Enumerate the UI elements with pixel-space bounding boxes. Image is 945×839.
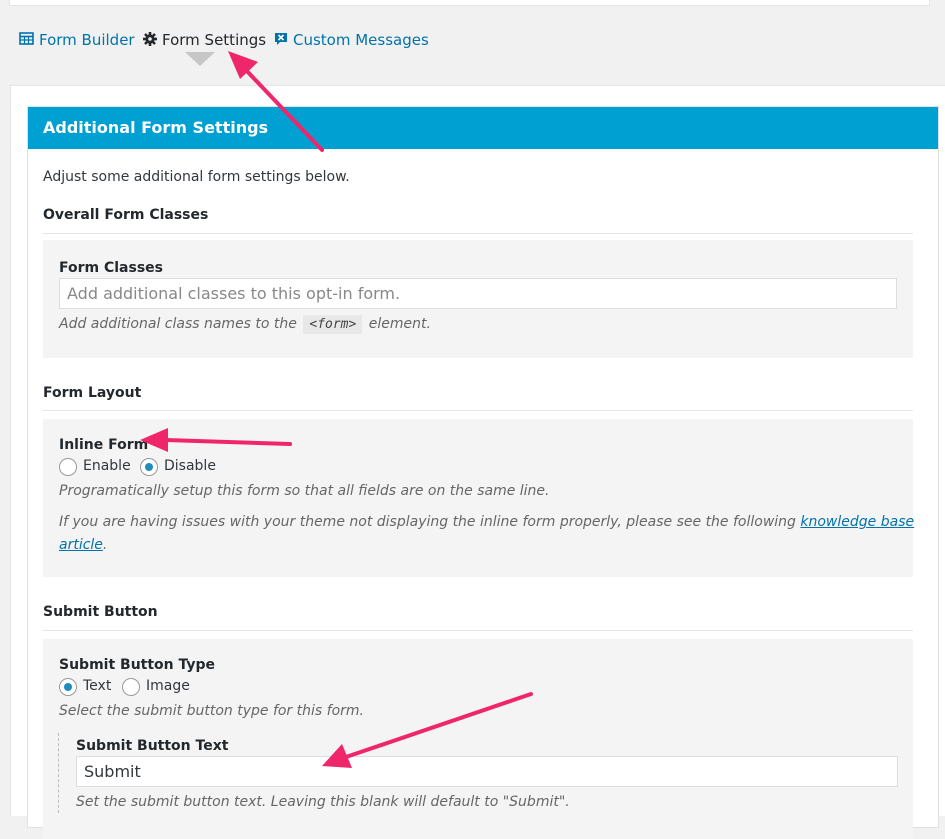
overall-classes-heading: Overall Form Classes <box>43 207 209 223</box>
inline-disable-radio[interactable] <box>140 458 158 476</box>
nested-option-guide <box>58 733 59 813</box>
section-intro: Adjust some additional form settings bel… <box>43 169 350 185</box>
form-tag-code: <form> <box>303 315 363 334</box>
message-x-icon <box>275 33 287 45</box>
section-title: Additional Form Settings <box>28 107 938 149</box>
help-text: element. <box>368 316 431 332</box>
submit-button-heading: Submit Button <box>43 604 158 620</box>
help-text: Add additional class names to the <box>59 316 297 332</box>
gear-icon <box>143 32 157 46</box>
divider <box>43 410 913 411</box>
active-tab-pointer <box>185 52 215 66</box>
submit-text-label: Submit Button Text <box>76 738 229 754</box>
help-text: If you are having issues with your theme… <box>59 514 796 530</box>
submit-text-help: Set the submit button text. Leaving this… <box>76 794 570 810</box>
tab-custom-messages[interactable]: Custom Messages <box>273 30 429 50</box>
form-classes-field: Form Classes Add additional class names … <box>43 240 913 358</box>
form-classes-label: Form Classes <box>59 260 163 276</box>
submit-type-image-label[interactable]: Image <box>146 678 190 694</box>
inline-enable-label[interactable]: Enable <box>83 458 131 474</box>
form-classes-input[interactable] <box>59 278 897 309</box>
submit-type-text-radio[interactable] <box>59 678 77 696</box>
tab-label: Form Builder <box>39 31 135 49</box>
form-classes-help: Add additional class names to the <form>… <box>59 315 431 334</box>
inline-form-help-line2: article. <box>59 537 107 553</box>
tab-form-settings[interactable]: Form Settings <box>142 30 266 50</box>
submit-type-help: Select the submit button type for this f… <box>59 703 364 719</box>
divider <box>43 233 913 234</box>
arrowhead-icon <box>228 51 258 79</box>
submit-button-field: Submit Button Type Text Image Select the… <box>43 639 913 839</box>
submit-type-label: Submit Button Type <box>59 657 216 673</box>
inline-enable-radio[interactable] <box>59 458 77 476</box>
inline-form-field: Inline Form Enable Disable Programatical… <box>43 419 914 577</box>
tab-label: Form Settings <box>162 31 267 49</box>
additional-settings-section: Additional Form Settings Adjust some add… <box>27 106 939 839</box>
submit-text-input[interactable] <box>76 756 898 787</box>
inline-form-label: Inline Form <box>59 437 149 453</box>
help-period: . <box>102 537 108 553</box>
inline-disable-label[interactable]: Disable <box>164 458 216 474</box>
table-icon <box>19 32 34 45</box>
divider <box>43 630 913 631</box>
tab-label: Custom Messages <box>293 31 429 49</box>
form-layout-heading: Form Layout <box>43 385 142 401</box>
submit-type-image-radio[interactable] <box>122 678 140 696</box>
knowledge-base-link[interactable]: knowledge base <box>800 514 914 530</box>
inline-form-help-line1: If you are having issues with your theme… <box>59 514 914 530</box>
tab-form-builder[interactable]: Form Builder <box>19 30 135 50</box>
top-panel-edge <box>9 0 930 6</box>
submit-type-text-label[interactable]: Text <box>83 678 111 694</box>
inline-form-help: Programatically setup this form so that … <box>59 483 550 499</box>
settings-panel: Additional Form Settings Adjust some add… <box>10 85 945 839</box>
knowledge-base-link-cont[interactable]: article <box>59 537 103 553</box>
